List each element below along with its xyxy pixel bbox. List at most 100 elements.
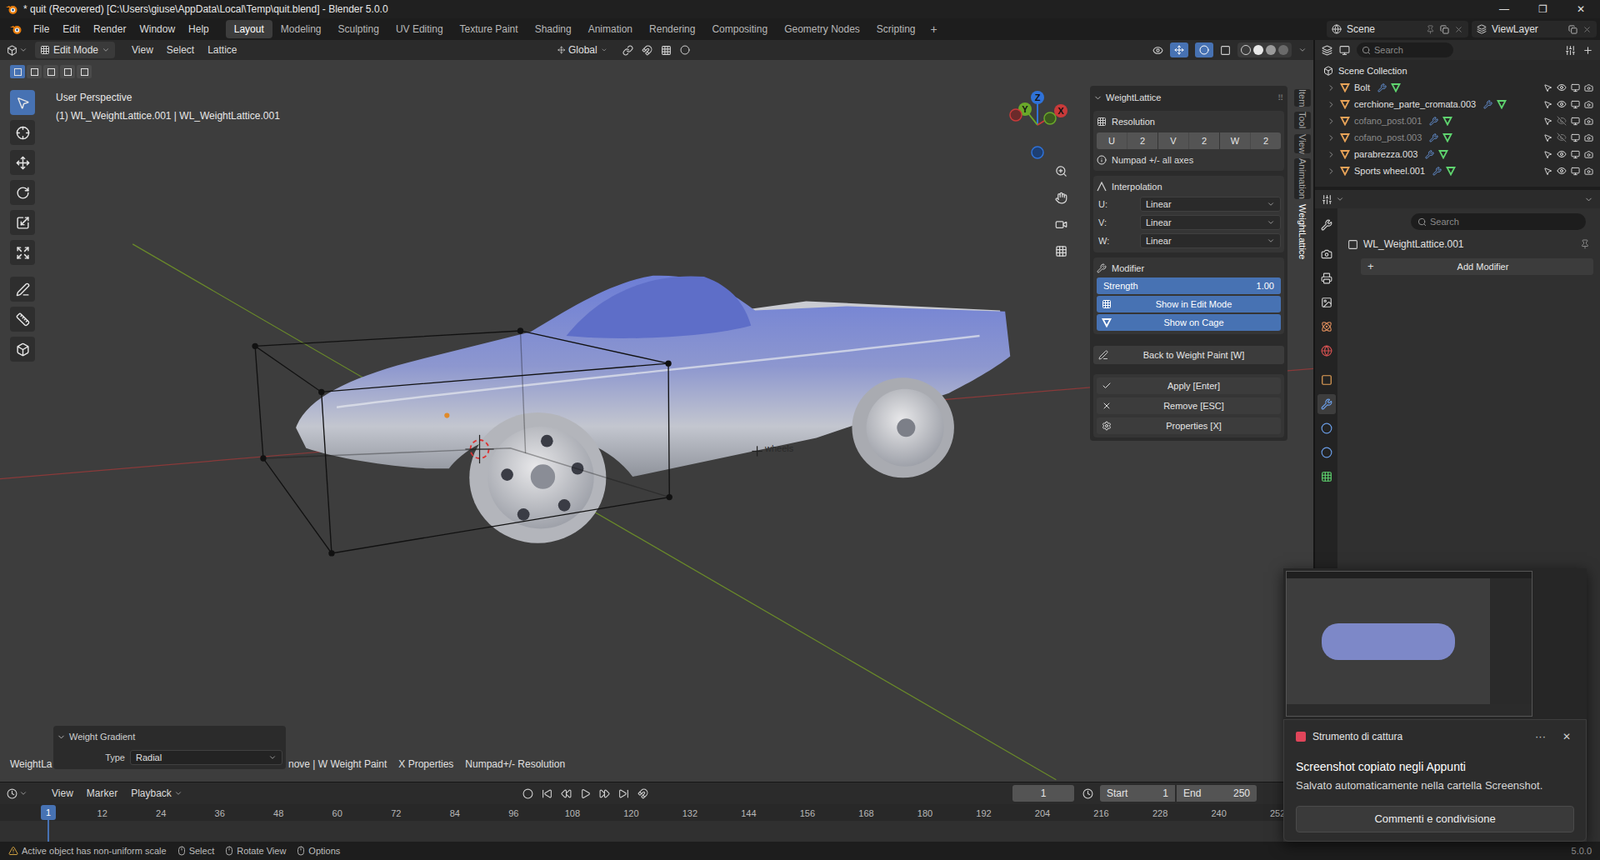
viewport-icon[interactable] xyxy=(1570,166,1580,176)
mode-dropdown[interactable]: Edit Mode xyxy=(35,41,115,59)
snap-target-icon[interactable] xyxy=(660,45,672,56)
action-button[interactable]: Apply [Enter] xyxy=(1096,377,1281,395)
eye-closed-icon[interactable] xyxy=(1556,115,1567,126)
properties-tab[interactable] xyxy=(1317,316,1336,337)
visibility-icon[interactable] xyxy=(1152,45,1164,56)
jump-start-icon[interactable] xyxy=(541,788,553,800)
select-mode-button[interactable] xyxy=(60,65,75,79)
sidebar-tab[interactable]: Animation xyxy=(1294,158,1311,200)
window-control[interactable]: ✕ xyxy=(1561,0,1600,19)
properties-tab[interactable] xyxy=(1317,340,1336,361)
properties-search[interactable]: Search xyxy=(1410,213,1586,230)
options-icon[interactable] xyxy=(1584,195,1594,205)
workspace-tab[interactable]: Sculpting xyxy=(330,20,388,39)
grip-icon[interactable]: ⠿ xyxy=(1277,91,1285,105)
select-mode-button[interactable] xyxy=(76,65,92,79)
properties-tab[interactable] xyxy=(1317,370,1336,390)
properties-editor-icon[interactable] xyxy=(1321,194,1333,205)
menu-item[interactable]: Edit xyxy=(55,21,87,37)
eye-icon[interactable] xyxy=(1556,149,1567,160)
workspace-tab[interactable]: Modeling xyxy=(272,20,330,39)
modifier-toggle[interactable]: Show on Cage xyxy=(1096,314,1281,331)
modifier-toggle[interactable]: Show in Edit Mode xyxy=(1096,295,1281,313)
record-icon[interactable] xyxy=(522,788,534,800)
viewport-icon[interactable] xyxy=(1570,100,1580,110)
sidebar-tab[interactable]: Tool xyxy=(1294,111,1311,129)
render-icon[interactable] xyxy=(1584,166,1594,176)
outliner-item[interactable]: cofano_post.003 xyxy=(1315,129,1600,146)
prev-keyframe-icon[interactable] xyxy=(560,788,572,800)
scene-selector[interactable]: Scene xyxy=(1326,20,1469,38)
workspace-tab[interactable]: Shading xyxy=(526,20,580,39)
properties-tab[interactable] xyxy=(1317,466,1336,487)
workspace-tab[interactable]: Scripting xyxy=(868,20,925,39)
header-menu[interactable]: Select xyxy=(160,42,201,58)
tool-button[interactable] xyxy=(10,150,35,175)
tool-button[interactable] xyxy=(10,90,35,115)
type-dropdown[interactable]: Radial xyxy=(130,750,283,765)
render-icon[interactable] xyxy=(1584,133,1594,143)
gizmo-toggle[interactable] xyxy=(1170,42,1189,58)
blender-logo-icon[interactable] xyxy=(9,23,23,35)
more-button[interactable]: ··· xyxy=(1528,728,1553,745)
outliner-item[interactable]: cofano_post.001 xyxy=(1315,112,1600,130)
outliner-item[interactable]: Bolt xyxy=(1315,79,1600,96)
material-shading-icon[interactable] xyxy=(1265,45,1276,55)
add-modifier-button[interactable]: +Add Modifier xyxy=(1360,258,1594,275)
selectable-icon[interactable] xyxy=(1543,133,1553,143)
outliner-item[interactable]: cerchione_parte_cromata.003 xyxy=(1315,95,1600,113)
outliner-item[interactable]: parabrezza.003 xyxy=(1315,145,1600,163)
workspace-tab[interactable]: UV Editing xyxy=(387,20,452,39)
interpolation-dropdown[interactable]: Linear xyxy=(1140,196,1281,212)
shading-buttons[interactable] xyxy=(1237,42,1292,58)
editor-type-button[interactable] xyxy=(6,45,35,56)
tool-button[interactable] xyxy=(10,180,35,205)
tool-button[interactable] xyxy=(10,306,35,332)
strength-slider[interactable]: Strength1.00 xyxy=(1096,277,1281,295)
filter-icon[interactable] xyxy=(1565,45,1576,56)
header-menu[interactable]: Lattice xyxy=(200,42,244,58)
display-mode-icon[interactable] xyxy=(1339,45,1350,56)
window-control[interactable]: — xyxy=(1485,0,1524,19)
navigation-button[interactable] xyxy=(1050,213,1072,235)
menu-item[interactable]: Render xyxy=(86,21,133,37)
resolution-field[interactable]: U2 xyxy=(1096,132,1158,150)
selectable-icon[interactable] xyxy=(1543,100,1553,110)
select-mode-button[interactable] xyxy=(10,65,25,79)
editor-type-button[interactable] xyxy=(6,788,45,800)
workspace-tab[interactable]: Layout xyxy=(225,20,273,39)
tool-button[interactable] xyxy=(10,336,35,362)
outliner-search[interactable]: Search xyxy=(1356,42,1454,58)
new-collection-icon[interactable] xyxy=(1582,45,1594,56)
blender-logo-icon[interactable] xyxy=(5,3,19,15)
add-workspace-button[interactable]: + xyxy=(924,20,945,39)
interpolation-dropdown[interactable]: Linear xyxy=(1140,215,1281,230)
render-shading-icon[interactable] xyxy=(1278,45,1289,55)
outliner-editor-icon[interactable] xyxy=(1321,45,1333,56)
properties-tab[interactable] xyxy=(1317,394,1336,415)
properties-tab[interactable] xyxy=(1317,215,1336,235)
tool-button[interactable] xyxy=(10,120,35,145)
select-mode-button[interactable] xyxy=(26,65,42,79)
navigation-button[interactable] xyxy=(1050,240,1072,262)
timeline-menu[interactable]: View xyxy=(45,785,80,801)
share-button[interactable]: Commenti e condivisione xyxy=(1295,805,1575,833)
interpolation-dropdown[interactable]: Linear xyxy=(1140,233,1281,249)
render-icon[interactable] xyxy=(1584,83,1594,93)
tool-button[interactable] xyxy=(10,210,35,235)
menu-item[interactable]: Help xyxy=(181,21,216,37)
play-icon[interactable] xyxy=(580,788,591,800)
proportional-edit-icon[interactable] xyxy=(680,45,690,55)
overlay-toggle[interactable] xyxy=(1195,42,1214,58)
sidebar-tab[interactable]: WeightLattice xyxy=(1294,204,1311,260)
render-icon[interactable] xyxy=(1584,100,1594,110)
properties-tab[interactable] xyxy=(1317,418,1336,439)
resolution-field[interactable]: V2 xyxy=(1158,132,1220,150)
timeline-ruler[interactable]: 1224364860728496108120132144156168180192… xyxy=(0,804,1314,842)
action-button[interactable]: Properties [X] xyxy=(1096,417,1281,435)
sidebar-tab[interactable]: View xyxy=(1294,134,1311,155)
back-to-weight-paint-button[interactable]: Back to Weight Paint [W] xyxy=(1093,345,1285,365)
outliner-item[interactable]: Sports wheel.001 xyxy=(1315,162,1600,180)
solid-shading-icon[interactable] xyxy=(1253,45,1264,55)
navigation-button[interactable] xyxy=(1050,186,1072,209)
